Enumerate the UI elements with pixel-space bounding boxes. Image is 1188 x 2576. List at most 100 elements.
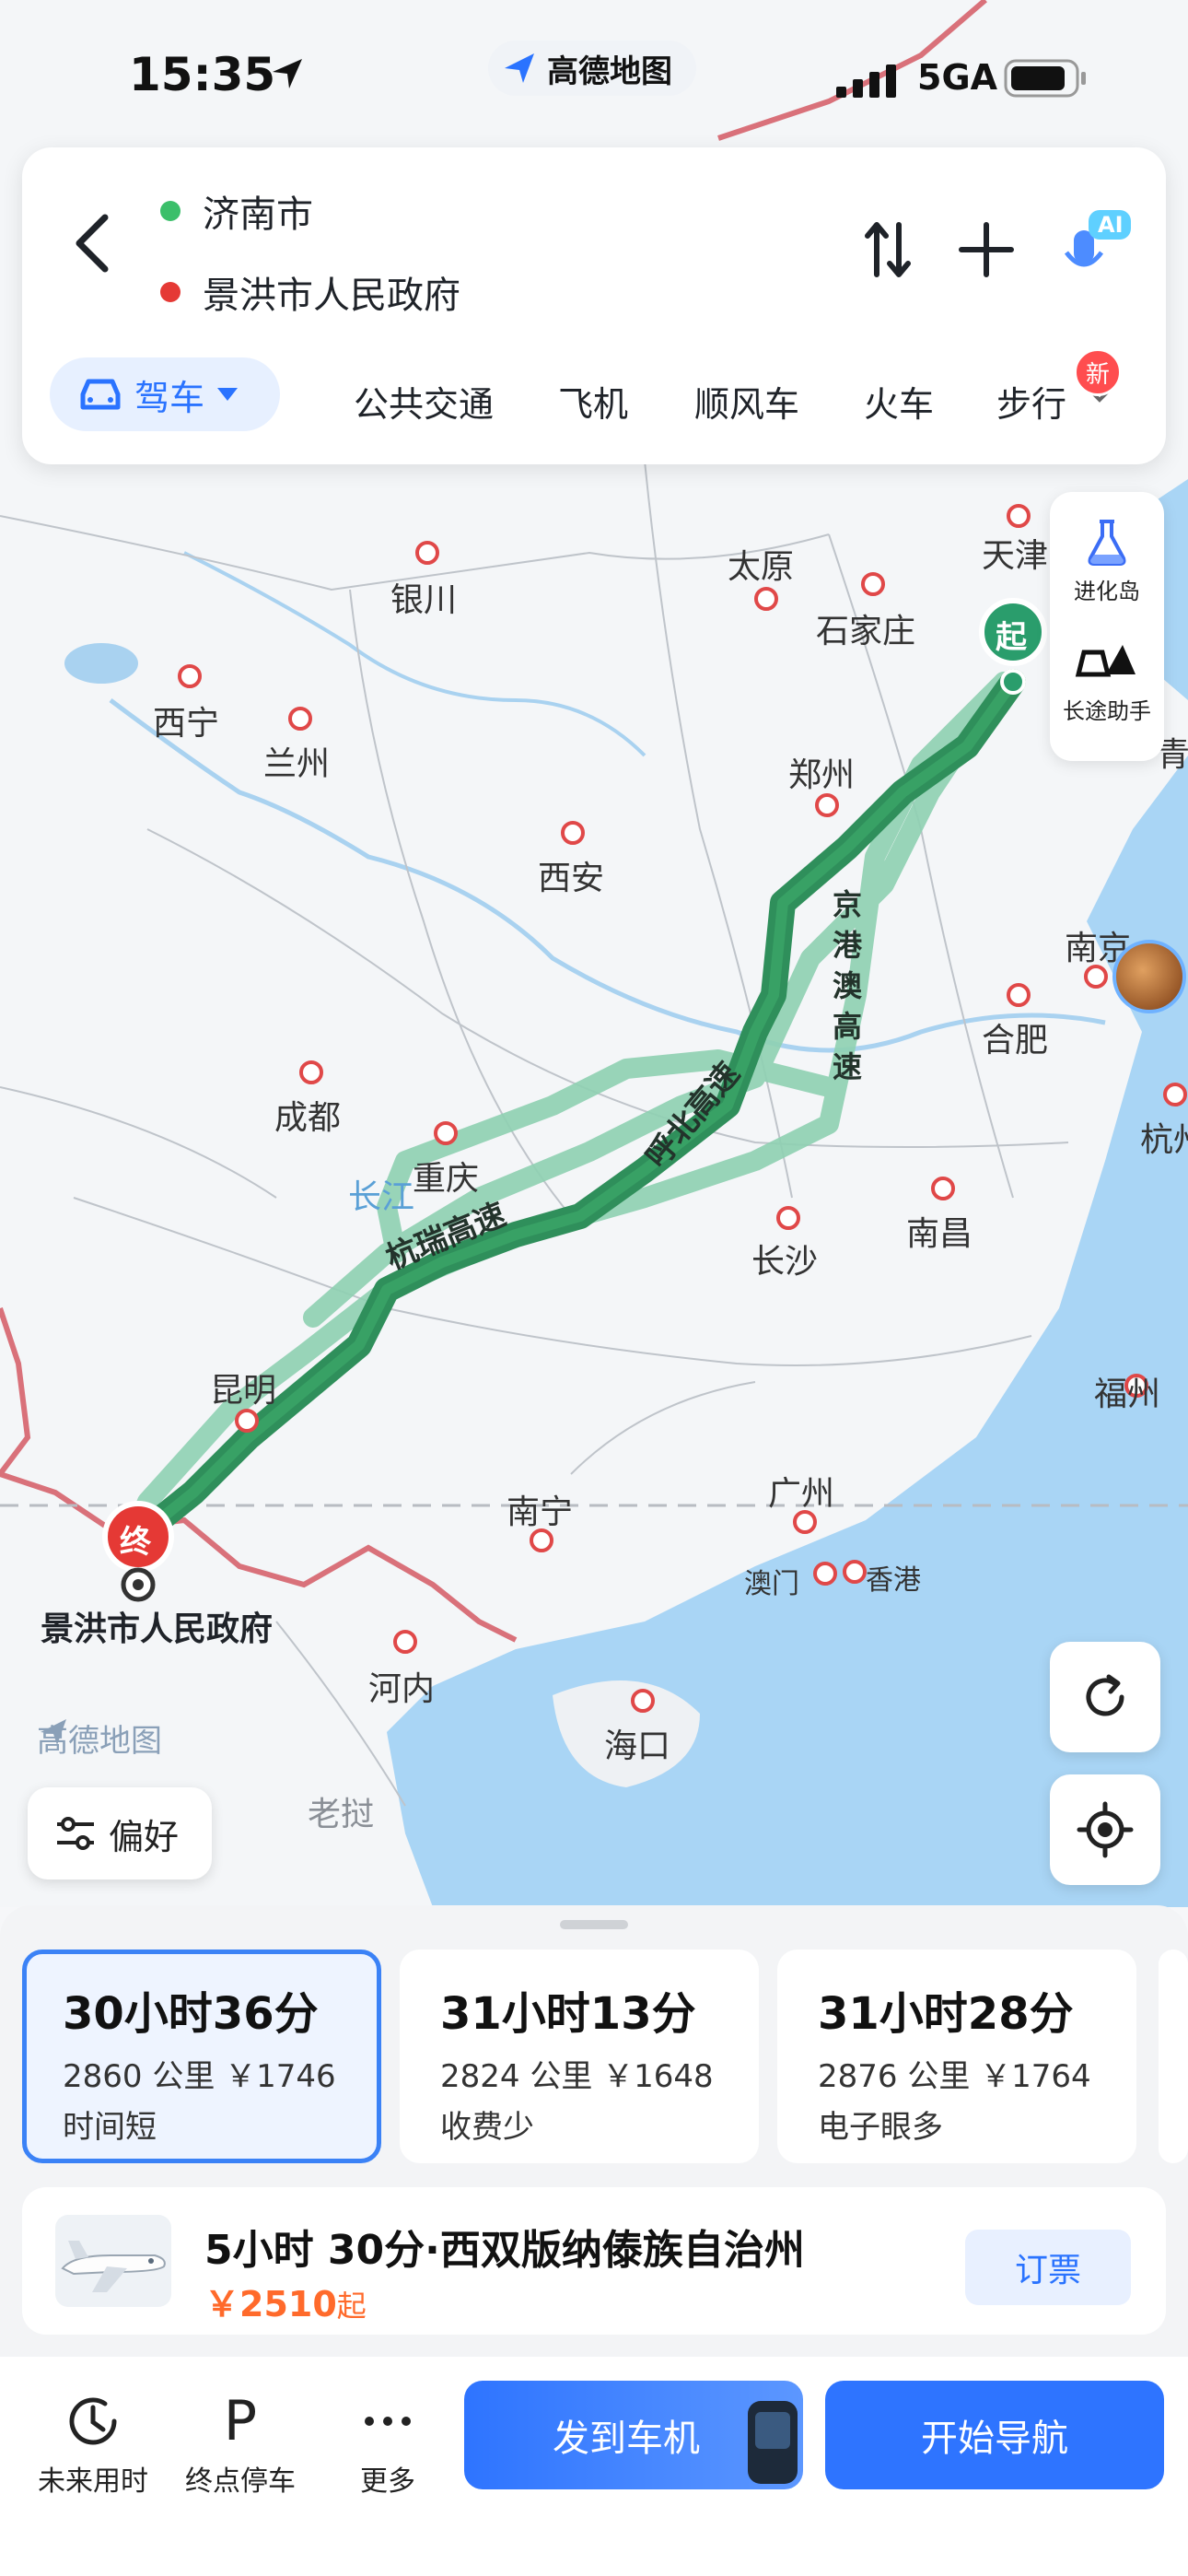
amap-logo-icon (505, 53, 534, 83)
status-bar: 15:35 高德地图 5GA (0, 0, 1188, 138)
flight-price: ￥2510起 (204, 2276, 367, 2326)
city-label-hefei: 合肥 (982, 1022, 1049, 1060)
city-label-xian: 西安 (538, 860, 605, 897)
city-label-kunming: 昆明 (210, 1372, 277, 1410)
tab-carpool[interactable]: 顺风车 (694, 376, 799, 427)
tab-walk[interactable]: 步行 (996, 376, 1079, 427)
plus-icon[interactable] (954, 217, 1019, 282)
destination-text: 景洪市人民政府 (203, 275, 460, 317)
city-label-shijiazhuang: 石家庄 (816, 613, 916, 650)
travel-mode-tabs: 驾车 公共交通 飞机 顺风车 火车 步行 (50, 357, 1157, 431)
flask-icon (1088, 520, 1126, 566)
signal-bars-icon (836, 64, 896, 98)
start-marker-label[interactable]: 起 (996, 612, 1027, 657)
route-option-1[interactable]: 30小时36分 2860 公里 ￥1746 时间短 (22, 1950, 381, 2163)
city-label-tianjin: 天津 (982, 537, 1049, 575)
destination-map-label: 景洪市人民政府 (41, 1603, 280, 1657)
city-label-chongqing: 重庆 (413, 1160, 480, 1198)
locate-icon (1077, 1801, 1134, 1858)
ai-voice-icon (1064, 210, 1131, 267)
route-option-time: 31小时28分 (818, 1988, 1074, 2040)
route-option-2[interactable]: 31小时13分 2824 公里 ￥1648 收费少 (400, 1950, 759, 2163)
route-option-3[interactable]: 31小时28分 2876 公里 ￥1764 电子眼多 (777, 1950, 1136, 2163)
more-dots-icon (365, 2417, 411, 2426)
bottom-action-bar: 未来用时 P 终点停车 更多 发到车机 开始导航 (0, 2357, 1188, 2576)
ai-voice-button[interactable]: AI (1054, 203, 1136, 286)
end-marker-label[interactable]: 终 (120, 1516, 151, 1562)
city-label-hanoi: 河内 (368, 1670, 436, 1708)
send-to-car-label: 发到车机 (553, 2418, 700, 2460)
route-option-distance: 2876 公里 ￥1764 (818, 2058, 1091, 2095)
parking-icon: P (171, 2384, 309, 2458)
app-indicator[interactable]: 高德地图 (488, 41, 696, 96)
city-label-nanchang: 南昌 (906, 1215, 973, 1253)
evolution-island-label: 进化岛 (1074, 579, 1140, 604)
plane-image (55, 2215, 171, 2307)
back-chevron-icon[interactable] (63, 206, 127, 280)
send-to-car-button[interactable]: 发到车机 (464, 2381, 803, 2489)
tab-drive[interactable]: 驾车 (50, 357, 280, 431)
locate-button[interactable] (1050, 1774, 1160, 1885)
status-time: 15:35 (129, 48, 276, 101)
city-label-xining: 西宁 (153, 705, 220, 743)
future-time-button[interactable]: 未来用时 (24, 2384, 162, 2499)
tab-drive-label: 驾车 (134, 377, 205, 418)
city-label-lanzhou: 兰州 (263, 745, 331, 783)
flight-title: 5小时 30分·西双版纳傣族自治州 (204, 2227, 805, 2274)
book-flight-button[interactable]: 订票 (965, 2230, 1131, 2305)
network-type: 5GA (917, 57, 998, 98)
destination-parking-label: 终点停车 (185, 2465, 296, 2498)
refresh-icon (1086, 1674, 1124, 1716)
user-avatar[interactable] (1112, 940, 1186, 1013)
tab-train[interactable]: 火车 (864, 376, 934, 427)
route-planner-card: 济南市 景洪市人民政府 AI 驾车 公共交通 飞机 顺风车 火车 步行 (22, 147, 1166, 464)
panel-grabber[interactable] (560, 1920, 628, 1929)
more-button[interactable]: 更多 (319, 2384, 457, 2499)
evolution-island-button[interactable]: 进化岛 (1050, 516, 1164, 605)
side-tools-panel: 进化岛 长途助手 (1050, 492, 1164, 761)
origin-text: 济南市 (203, 193, 313, 236)
destination-field[interactable]: 景洪市人民政府 (160, 265, 460, 319)
city-label-zhengzhou: 郑州 (788, 756, 856, 794)
tab-flight[interactable]: 飞机 (558, 376, 628, 427)
route-option-time: 30小时36分 (63, 1988, 319, 2040)
city-label-chengdu: 成都 (274, 1099, 342, 1137)
route-option-distance: 2860 公里 ￥1746 (63, 2058, 336, 2095)
sliders-icon (57, 1817, 94, 1850)
preference-button[interactable]: 偏好 (28, 1787, 212, 1879)
ai-badge: AI (1098, 212, 1124, 238)
city-label-macau: 澳门 (744, 1568, 799, 1600)
future-time-label: 未来用时 (38, 2465, 148, 2498)
refresh-button[interactable] (1050, 1642, 1160, 1752)
amap-logo-icon (41, 1719, 66, 1745)
route-option-peek[interactable] (1159, 1950, 1188, 2163)
route-option-tag: 收费少 (440, 2109, 534, 2146)
destination-dot (160, 282, 181, 302)
route-option-tag: 电子眼多 (818, 2109, 943, 2146)
destination-parking-button[interactable]: P 终点停车 (171, 2384, 309, 2499)
flight-suggestion-card[interactable]: 5小时 30分·西双版纳傣族自治州 ￥2510起 订票 (22, 2187, 1166, 2335)
flight-price-value: ￥2510 (204, 2284, 337, 2324)
app-name: 高德地图 (547, 53, 672, 90)
flight-price-suffix: 起 (336, 2289, 367, 2324)
road-label-jinggangao: 京港澳高速 (833, 884, 869, 1087)
start-navigation-button[interactable]: 开始导航 (825, 2381, 1164, 2489)
swap-icon[interactable] (860, 217, 915, 282)
city-label-nanning: 南宁 (507, 1493, 574, 1531)
car-head-unit-icon (748, 2401, 798, 2484)
route-option-tag: 时间短 (63, 2109, 157, 2146)
city-label-yinchuan: 银川 (390, 581, 458, 619)
city-label-hangzhou: 杭州 (1140, 1121, 1188, 1159)
tab-public-transit[interactable]: 公共交通 (354, 376, 494, 427)
long-trip-helper-label: 长途助手 (1063, 698, 1151, 724)
preference-label: 偏好 (109, 1816, 180, 1857)
origin-field[interactable]: 济南市 (160, 184, 313, 238)
city-label-taiyuan: 太原 (728, 548, 795, 586)
parking-icon-letter: P (223, 2389, 258, 2453)
caret-down-icon (217, 388, 239, 401)
car-icon (80, 379, 121, 410)
city-label-hongkong: 香港 (866, 1564, 921, 1597)
long-trip-helper-button[interactable]: 长途助手 (1050, 638, 1164, 725)
battery-icon (1004, 59, 1086, 98)
city-label-haikou: 海口 (604, 1727, 671, 1765)
